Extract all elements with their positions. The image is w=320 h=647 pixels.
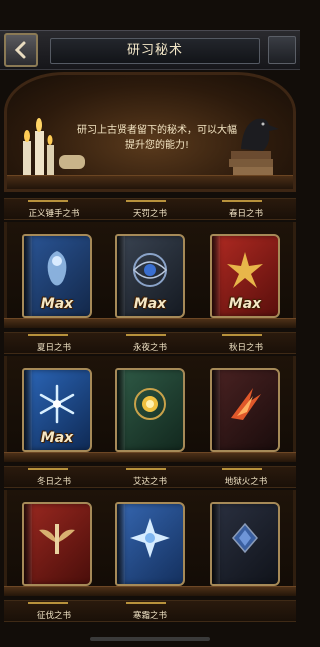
shelf-board [4,586,296,596]
book-card[interactable] [115,502,185,586]
banner-shelf [7,175,293,189]
book-label: 地狱火之书 [224,477,268,487]
shelf-board [4,452,296,462]
raven-icon [229,118,279,175]
star-sigil-icon [130,517,170,558]
label-divider [126,200,166,202]
angel-icon [47,250,67,286]
label-divider [222,468,262,470]
label-divider [222,200,262,202]
book-label: 秋日之书 [228,343,263,353]
shelf-board [4,318,296,328]
sun-icon [134,387,166,420]
back-button[interactable] [4,33,38,67]
book-label: 寒霜之书 [132,611,167,621]
label-divider [28,200,68,202]
book-label: 永夜之书 [132,343,167,353]
book-label: 天罚之书 [132,209,167,219]
winged-sword-icon [39,523,75,554]
label-divider [126,468,166,470]
book-card[interactable] [210,368,280,452]
leaf-icon [227,251,263,288]
label-divider [28,468,68,470]
label-divider [222,334,262,336]
chevron-left-icon [14,41,26,59]
book-card[interactable]: Max [22,368,92,452]
intro-banner: 研习上古贤者留下的秘术，可以大幅提升您的能力! [4,72,296,192]
menu-button[interactable] [268,36,296,64]
book-label: 征伐之书 [36,611,71,621]
book-label: 艾达之书 [132,477,167,487]
home-indicator [90,637,210,641]
eye-sigil-icon [132,252,168,287]
label-divider [28,334,68,336]
max-badge: Max [40,296,74,312]
max-badge: Max [133,296,167,312]
max-badge: Max [228,296,262,312]
gem-icon [232,522,258,553]
book-label: 夏日之书 [36,343,71,353]
label-divider [126,334,166,336]
book-card[interactable] [22,502,92,586]
label-divider [126,602,166,604]
book-label: 冬日之书 [36,477,71,487]
banner-description: 研习上古贤者留下的秘术，可以大幅提升您的能力! [77,125,237,151]
label-divider [28,602,68,604]
book-card[interactable]: Max [210,234,280,318]
fire-claw-icon [231,387,261,420]
book-label: 正义锤手之书 [28,209,80,219]
max-badge: Max [40,430,74,446]
book-card[interactable]: Max [115,234,185,318]
book-label: 春日之书 [228,209,263,219]
book-card[interactable] [210,502,280,586]
page-title: 研习秘术 [50,38,260,64]
book-card[interactable]: Max [22,234,92,318]
snowflake-icon [39,384,75,423]
book-card[interactable] [115,368,185,452]
